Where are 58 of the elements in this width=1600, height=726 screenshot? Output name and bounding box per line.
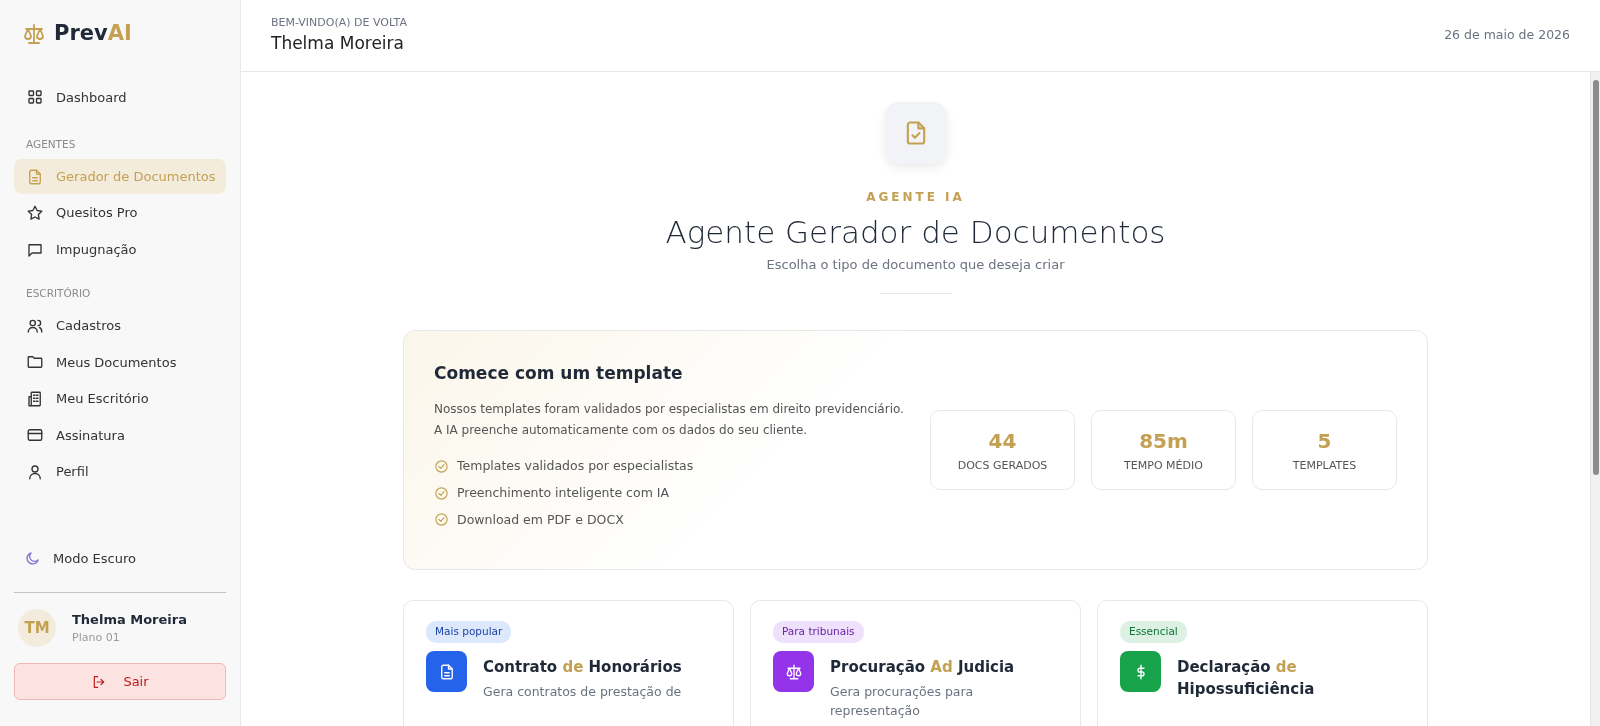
user-name: Thelma Moreira: [271, 32, 405, 55]
section-heading: AGENTES: [25, 137, 77, 152]
document-icon: [26, 167, 44, 186]
stat-value: 5: [1317, 427, 1332, 455]
stat-value: 44: [988, 427, 1017, 455]
user-plan: Plano 01: [72, 629, 121, 646]
user-icon: [26, 462, 44, 481]
stat-label: TEMPLATES: [1292, 457, 1357, 474]
avatar: TM: [18, 609, 56, 647]
building-icon: [26, 389, 44, 408]
intro-text: Nossos templates foram validados por especialistas em direito previdenciário. A IA preenche automaticamente com os dados do seu cliente.: [434, 401, 905, 440]
template-card[interactable]: Para tribunais Procuração Ad Judicia Gera procurações para representação: [750, 600, 1081, 726]
grid-icon: [26, 88, 44, 107]
greeting-label: BEM-VINDO(A) DE VOLTA: [271, 14, 407, 31]
page-title: Agente Gerador de Documentos: [665, 214, 1166, 252]
brand-logo[interactable]: PrevAI: [14, 18, 226, 50]
intro-title: Comece com um template: [434, 362, 684, 384]
nav-item[interactable]: Meus Documentos: [14, 344, 226, 380]
user-name: Thelma Moreira: [72, 611, 187, 629]
template-card[interactable]: Mais popular Contrato de Honorários Gera contratos de prestação de: [403, 600, 734, 726]
stat-label: DOCS GERADOS: [957, 457, 1048, 474]
tag: Essencial: [1120, 621, 1187, 644]
eyebrow-label: AGENTE IA: [866, 189, 965, 206]
dark-mode-toggle[interactable]: Modo Escuro: [14, 540, 226, 576]
template-card[interactable]: Essencial Declaração de Hipossuficiência: [1097, 600, 1428, 726]
nav-item[interactable]: Meu Escritório: [14, 381, 226, 417]
stat-value: 85m: [1139, 427, 1188, 455]
template-title: Contrato de Honorários: [483, 657, 682, 679]
feature-item: Download em PDF e DOCX: [457, 510, 624, 529]
nav-item[interactable]: Dashboard: [14, 79, 226, 115]
brand-name: PrevAI: [54, 20, 132, 47]
nav-item[interactable]: Quesitos Pro: [14, 195, 226, 231]
template-title: Procuração Ad Judicia: [830, 657, 1016, 679]
logout-button[interactable]: Sair: [14, 663, 226, 700]
scale-icon: [22, 21, 46, 46]
template-title: Declaração de Hipossuficiência: [1177, 657, 1316, 700]
nav-item[interactable]: Assinatura: [14, 417, 226, 453]
feature-item: Templates validados por especialistas: [457, 457, 694, 476]
scrollbar-thumb[interactable]: [1592, 80, 1599, 475]
scale-icon: [784, 662, 803, 681]
moon-icon: [24, 549, 41, 567]
scrollbar[interactable]: [1590, 72, 1600, 726]
check-circle-icon: [434, 485, 449, 501]
template-description: Gera contratos de prestação de: [483, 682, 682, 701]
tag: Para tribunais: [773, 621, 864, 644]
check-circle-icon: [434, 458, 449, 474]
star-icon: [26, 204, 44, 222]
nav-item[interactable]: Impugnação: [14, 231, 226, 268]
template-description: Gera procurações para representação: [830, 682, 975, 720]
page-subtitle: Escolha o tipo de documento que deseja criar: [766, 256, 1065, 275]
feature-item: Preenchimento inteligente com IA: [457, 483, 670, 502]
nav-item[interactable]: Perfil: [14, 454, 226, 490]
section-heading: ESCRITÓRIO: [25, 286, 92, 302]
nav-item[interactable]: Cadastros: [14, 308, 226, 344]
date-label: 26 de maio de 2026: [1444, 26, 1570, 45]
stat-label: TEMPO MÉDIO: [1124, 457, 1203, 474]
tag: Mais popular: [426, 621, 512, 644]
check-circle-icon: [434, 512, 449, 528]
